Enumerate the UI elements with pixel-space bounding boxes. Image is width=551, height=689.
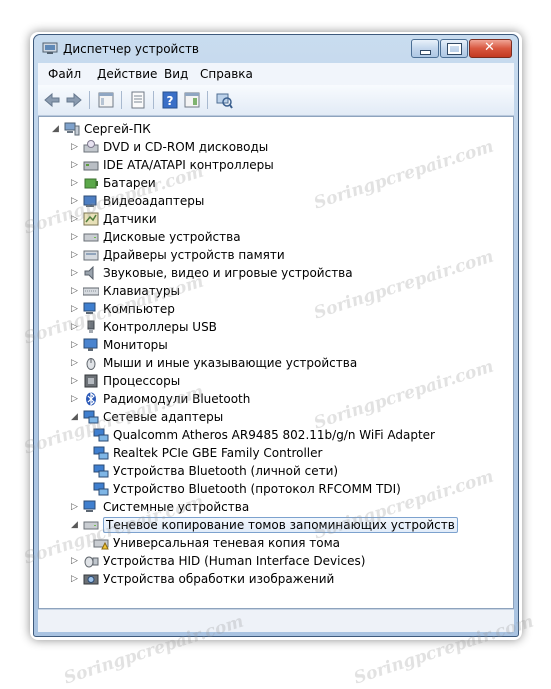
maximize-icon [447, 43, 462, 55]
tree-child-item[interactable]: Устройства Bluetooth (личной сети) [91, 462, 338, 480]
tree-item-label: Контроллеры USB [103, 320, 217, 334]
toolbar-separator [153, 91, 154, 109]
expand-arrow-icon[interactable]: ▷ [71, 142, 81, 152]
dvd-drive-icon [83, 140, 99, 153]
tree-item-label: Мониторы [103, 338, 168, 352]
device-manager-icon [42, 42, 58, 54]
forward-icon[interactable] [64, 90, 84, 110]
expand-arrow-icon[interactable]: ▷ [71, 250, 81, 260]
tree-item-label: Драйверы устройств памяти [103, 248, 285, 262]
minimize-button[interactable] [411, 39, 439, 58]
expand-arrow-icon[interactable]: ▷ [71, 376, 81, 386]
expand-arrow-icon[interactable]: ▷ [71, 286, 81, 296]
network-adapter-icon [93, 446, 109, 460]
network-adapter-icon [93, 482, 109, 496]
minimize-icon [420, 50, 431, 55]
tree-item-label: Мыши и иные указывающие устройства [103, 356, 358, 370]
tree-item-label: Qualcomm Atheros AR9485 802.11b/g/n WiFi… [113, 428, 435, 442]
list-view-icon[interactable] [128, 90, 148, 110]
tree-item-label: Звуковые, видео и игровые устройства [103, 266, 353, 280]
tree-item[interactable]: ▷ Мыши и иные указывающие устройства [71, 354, 357, 372]
menu-file[interactable]: Файл [48, 67, 81, 81]
close-button[interactable]: ✕ [469, 39, 512, 58]
menu-view[interactable]: Вид [164, 67, 188, 81]
title-bar[interactable]: Диспетчер устройств ✕ [34, 35, 518, 63]
root-label: Сергей-ПК [84, 122, 151, 136]
tree-child-item[interactable]: Realtek PCIe GBE Family Controller [91, 444, 322, 462]
collapse-arrow-icon[interactable]: ◢ [52, 124, 62, 134]
storage-driver-icon [83, 250, 99, 261]
disk-drive-icon [83, 233, 99, 242]
menu-bar: Файл Действие Вид Справка [38, 63, 514, 85]
expand-arrow-icon[interactable]: ▷ [71, 178, 81, 188]
details-icon[interactable] [182, 90, 202, 110]
menu-help[interactable]: Справка [200, 67, 253, 81]
toolbar-separator [89, 91, 90, 109]
scan-hardware-icon[interactable] [214, 90, 234, 110]
tree-item[interactable]: ▷ DVD и CD-ROM дисководы [71, 138, 268, 156]
tree-item[interactable]: ▷ Устройства обработки изображений [71, 570, 334, 588]
expand-arrow-icon[interactable]: ▷ [71, 574, 81, 584]
tree-item-label: Датчики [103, 212, 157, 226]
help-icon[interactable]: ? [160, 90, 180, 110]
bluetooth-icon [86, 392, 96, 406]
monitor-icon [83, 338, 98, 351]
menu-action[interactable]: Действие [97, 67, 157, 81]
tree-item[interactable]: ▷ Процессоры [71, 372, 180, 390]
battery-icon [84, 178, 98, 189]
collapse-arrow-icon[interactable]: ◢ [71, 520, 81, 530]
tree-child-item[interactable]: Устройство Bluetooth (протокол RFCOMM TD… [91, 480, 401, 498]
tree-item-label: Устройство Bluetooth (протокол RFCOMM TD… [113, 482, 401, 496]
toolbar-separator [121, 91, 122, 109]
tree-item[interactable]: ▷ Дисковые устройства [71, 228, 241, 246]
computer-icon [64, 122, 80, 136]
processor-icon [84, 374, 98, 388]
tree-item-label: Realtek PCIe GBE Family Controller [113, 446, 323, 460]
speaker-icon [84, 266, 94, 280]
device-manager-window: Диспетчер устройств ✕ Файл Действие Вид … [33, 34, 519, 637]
tree-item-label: Универсальная теневая копия тома [113, 536, 341, 550]
tree-item[interactable]: ▷ Устройства HID (Human Interface Device… [71, 552, 365, 570]
tree-child-item[interactable]: Универсальная теневая копия тома [91, 534, 340, 552]
mouse-icon [86, 358, 96, 370]
system-device-icon [83, 500, 96, 512]
status-bar [38, 609, 514, 632]
toolbar: ? [38, 85, 514, 116]
tree-root[interactable]: ◢ Сергей-ПК [52, 120, 151, 138]
maximize-button[interactable] [440, 39, 468, 58]
svg-text:?: ? [167, 94, 174, 108]
tree-item[interactable]: ▷ Мониторы [71, 336, 168, 354]
expand-arrow-icon[interactable]: ▷ [71, 502, 81, 512]
expand-arrow-icon[interactable]: ▷ [71, 556, 81, 566]
ide-controller-icon [83, 161, 99, 171]
tree-item-label: Процессоры [103, 374, 181, 388]
tree-child-item[interactable]: Qualcomm Atheros AR9485 802.11b/g/n WiFi… [91, 426, 435, 444]
tree-item[interactable]: ▷ Звуковые, видео и игровые устройства [71, 264, 353, 282]
keyboard-icon [83, 287, 99, 296]
tree-item-label: Устройства HID (Human Interface Devices) [103, 554, 366, 568]
properties-view-icon[interactable] [96, 90, 116, 110]
imaging-device-icon [83, 574, 99, 585]
close-icon: ✕ [484, 40, 495, 55]
toolbar-separator [207, 91, 208, 109]
tree-item-label: Устройства Bluetooth (личной сети) [113, 464, 339, 478]
expand-arrow-icon[interactable]: ▷ [71, 268, 81, 278]
tree-item-label: Дисковые устройства [103, 230, 241, 244]
expand-arrow-icon[interactable]: ▷ [71, 232, 81, 242]
tree-item-label: Устройства обработки изображений [103, 572, 335, 586]
network-adapter-icon [93, 464, 109, 478]
expand-arrow-icon[interactable]: ▷ [71, 358, 81, 368]
expand-arrow-icon[interactable]: ▷ [71, 394, 81, 404]
expand-arrow-icon[interactable]: ▷ [71, 340, 81, 350]
tree-item[interactable]: ▷ Драйверы устройств памяти [71, 246, 285, 264]
expand-arrow-icon[interactable]: ▷ [71, 160, 81, 170]
back-icon[interactable] [42, 90, 62, 110]
tree-item-label: DVD и CD-ROM дисководы [103, 140, 269, 154]
hid-icon [84, 556, 99, 568]
window-title: Диспетчер устройств [63, 42, 200, 56]
